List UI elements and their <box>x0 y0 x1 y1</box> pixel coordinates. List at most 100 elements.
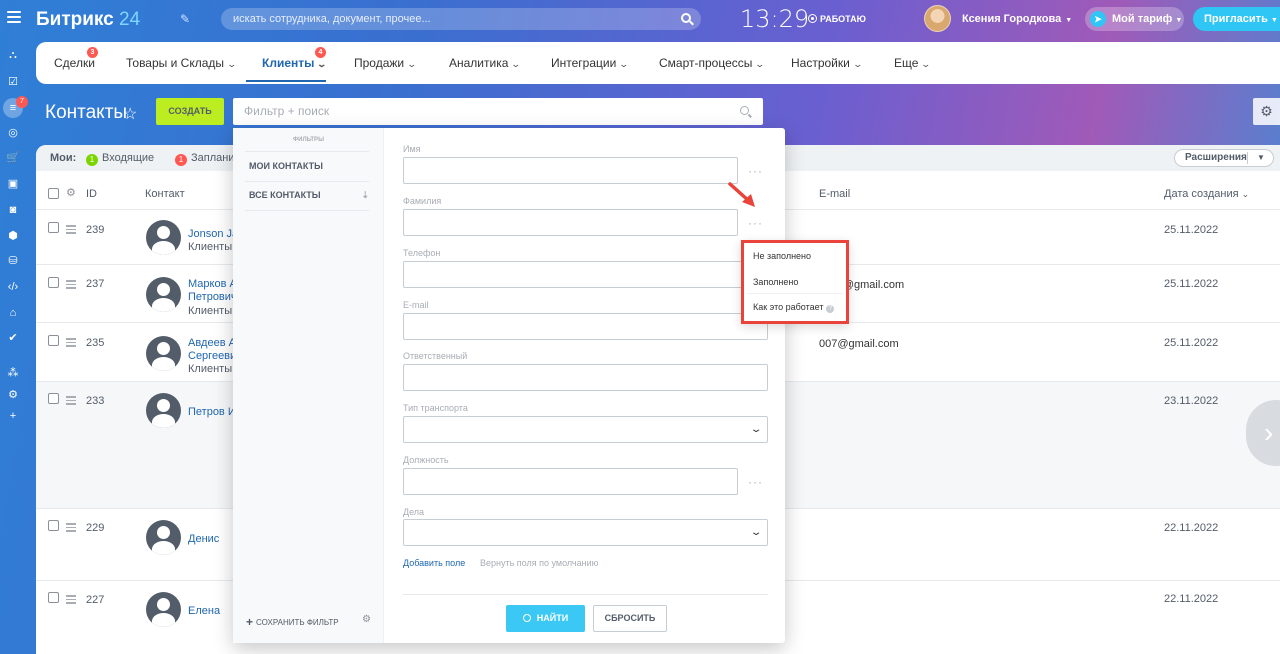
user-name: Ксения Городкова <box>962 13 1062 25</box>
more-options-icon[interactable]: ··· <box>748 216 763 230</box>
plus-icon[interactable]: + <box>6 409 20 423</box>
tab-clients[interactable]: Клиенты ⌄ <box>262 56 327 70</box>
tab-badge: 4 <box>315 47 326 58</box>
pin-icon[interactable]: ⇣ <box>361 190 369 201</box>
tab-sales[interactable]: Продажи ⌄ <box>354 56 418 70</box>
invite-button[interactable]: Пригласить ▼ <box>1193 7 1280 31</box>
more-options-icon[interactable]: ··· <box>748 164 763 178</box>
contact-name-link[interactable]: Марков А <box>188 277 237 291</box>
pencil-icon[interactable]: ✎ <box>180 12 190 26</box>
row-checkbox[interactable] <box>48 520 59 531</box>
save-filter-button[interactable]: + СОХРАНИТЬ ФИЛЬТР <box>246 615 339 629</box>
select-all-checkbox[interactable] <box>48 188 59 199</box>
drag-handle-icon[interactable] <box>66 280 76 289</box>
tab-settings[interactable]: Настройки ⌄ <box>791 56 863 70</box>
column-header-created[interactable]: Дата создания ⌄ <box>1164 188 1249 200</box>
menu-item-how-it-works[interactable]: Как это работает? <box>753 302 835 313</box>
contact-name-link[interactable]: Елена <box>188 604 220 618</box>
menu-item-empty[interactable]: Не заполнено <box>753 251 811 261</box>
contact-type: Клиенты <box>188 241 233 253</box>
menu-icon[interactable] <box>7 11 21 23</box>
find-button[interactable]: НАЙТИ <box>506 605 585 632</box>
logo-number: 24 <box>119 9 141 30</box>
counter-incoming[interactable]: 1 Входящие <box>86 152 154 166</box>
user-menu[interactable]: Ксения Городкова ▼ <box>962 13 1072 25</box>
tab-products[interactable]: Товары и Склады ⌄ <box>126 56 237 70</box>
tab-smart-processes[interactable]: Смарт-процессы ⌄ <box>659 56 765 70</box>
rocket-icon: ➤ <box>1090 11 1106 27</box>
filter-search-input[interactable]: Фильтр + поиск <box>233 98 763 125</box>
database-icon[interactable]: ⛁ <box>6 254 20 268</box>
crm-icon[interactable]: ⛬ <box>6 48 20 62</box>
id-card-icon[interactable]: ▣ <box>6 177 20 191</box>
more-options-icon[interactable]: ··· <box>748 475 763 489</box>
check-circle-icon[interactable]: ✔ <box>6 331 20 345</box>
tab-integrations[interactable]: Интеграции ⌄ <box>551 56 629 70</box>
add-field-link[interactable]: Добавить поле <box>403 558 465 568</box>
reset-button[interactable]: СБРОСИТЬ <box>593 605 667 632</box>
create-button[interactable]: СОЗДАТЬ <box>156 98 224 125</box>
robot-icon[interactable]: ◙ <box>6 203 20 217</box>
avatar[interactable] <box>924 5 951 32</box>
phone-field[interactable] <box>403 261 768 288</box>
transport-select[interactable]: ⌄ <box>403 416 768 443</box>
global-search-input[interactable]: искать сотрудника, документ, прочее... <box>221 8 701 30</box>
reset-fields-link[interactable]: Вернуть поля по умолчанию <box>480 558 598 568</box>
contact-email[interactable]: 007@gmail.com <box>819 338 899 350</box>
tab-deals[interactable]: Сделки <box>54 56 95 70</box>
top-header: Битрикс 24 ✎ искать сотрудника, документ… <box>0 0 1280 38</box>
target-icon[interactable]: ◎ <box>6 126 20 140</box>
row-checkbox[interactable] <box>48 277 59 288</box>
column-header-contact[interactable]: Контакт <box>145 188 185 200</box>
filter-presets-panel: ФИЛЬТРЫ МОИ КОНТАКТЫ ВСЕ КОНТАКТЫ ⇣ + СОХР… <box>233 128 384 643</box>
responsible-field[interactable] <box>403 364 768 391</box>
extensions-button[interactable]: Расширения ▼ <box>1174 149 1274 167</box>
help-icon[interactable]: ? <box>826 305 835 313</box>
contact-name-link[interactable]: Авдеев А <box>188 336 236 350</box>
preset-all-contacts[interactable]: ВСЕ КОНТАКТЫ ⇣ <box>249 190 369 200</box>
column-header-email[interactable]: E-mail <box>819 188 850 200</box>
gear-icon[interactable]: ⚙ <box>66 186 76 199</box>
sitemap-icon[interactable]: ⁂ <box>6 366 20 380</box>
contact-name-link[interactable]: Денис <box>188 532 219 546</box>
preset-my-contacts[interactable]: МОИ КОНТАКТЫ <box>249 161 369 171</box>
row-checkbox[interactable] <box>48 222 59 233</box>
box-icon[interactable]: ⬢ <box>6 229 20 243</box>
settings-gear-button[interactable]: ⚙ <box>1253 98 1280 125</box>
contact-name-link[interactable]: Петрович <box>188 290 237 304</box>
drag-handle-icon[interactable] <box>66 338 76 347</box>
work-status[interactable]: РАБОТАЮ <box>808 14 866 24</box>
chevron-down-icon: ⌄ <box>406 59 418 69</box>
star-icon[interactable]: ☆ <box>123 104 137 124</box>
tab-analytics[interactable]: Аналитика ⌄ <box>449 56 521 70</box>
tasks-select[interactable]: ⌄ <box>403 519 768 546</box>
menu-item-filled[interactable]: Заполнено <box>753 277 798 287</box>
tasks-icon[interactable]: ☑ <box>6 75 20 89</box>
position-field[interactable] <box>403 468 738 495</box>
email-field[interactable] <box>403 313 768 340</box>
tariff-button[interactable]: ➤ Мой тариф ▼ <box>1085 7 1184 31</box>
surname-field[interactable] <box>403 209 738 236</box>
column-header-id[interactable]: ID <box>86 188 97 200</box>
row-checkbox[interactable] <box>48 393 59 404</box>
gear-icon[interactable]: ⚙ <box>6 388 20 402</box>
logo[interactable]: Битрикс 24 <box>36 9 140 31</box>
code-icon[interactable]: ‹/› <box>6 280 20 294</box>
divider <box>1247 152 1248 164</box>
row-checkbox[interactable] <box>48 335 59 346</box>
contact-name-link[interactable]: Петров И. <box>188 405 239 419</box>
chevron-down-icon: ▼ <box>1257 153 1265 162</box>
drag-handle-icon[interactable] <box>66 523 76 532</box>
tab-more[interactable]: Еще ⌄ <box>894 56 931 70</box>
drag-handle-icon[interactable] <box>66 595 76 604</box>
gear-icon[interactable]: ⚙ <box>362 614 371 625</box>
drag-handle-icon[interactable] <box>66 225 76 234</box>
drag-handle-icon[interactable] <box>66 396 76 405</box>
cart-icon[interactable]: 🛒 <box>6 151 20 165</box>
bank-icon[interactable]: ⌂ <box>6 306 20 320</box>
name-field[interactable] <box>403 157 738 184</box>
chevron-down-icon: ▼ <box>1175 17 1183 24</box>
row-id: 233 <box>86 395 105 407</box>
row-checkbox[interactable] <box>48 592 59 603</box>
counter-planned[interactable]: 1 Запланир <box>175 152 241 166</box>
